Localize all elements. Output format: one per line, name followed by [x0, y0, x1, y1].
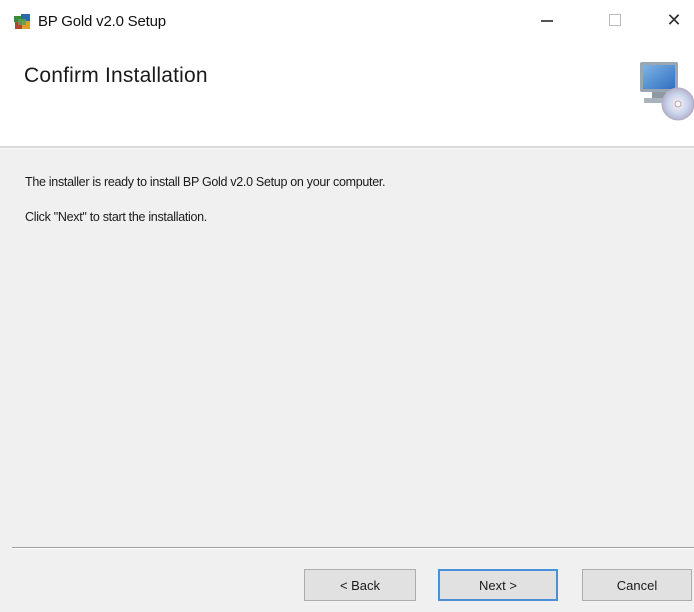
content-panel: The installer is ready to install BP Gol… — [0, 149, 694, 549]
computer-cd-icon — [634, 56, 694, 124]
instruction-message: Click "Next" to start the installation. — [25, 210, 207, 224]
installer-app-icon — [12, 12, 32, 32]
window-title: BP Gold v2.0 Setup — [38, 13, 166, 30]
cancel-button[interactable]: Cancel — [582, 569, 692, 601]
close-icon: ✕ — [666, 9, 682, 30]
maximize-icon — [609, 14, 621, 26]
title-bar[interactable]: BP Gold v2.0 Setup ✕ — [0, 0, 694, 44]
next-button[interactable]: Next > — [438, 569, 558, 601]
back-button[interactable]: < Back — [304, 569, 416, 601]
header-banner: Confirm Installation — [0, 44, 694, 146]
close-button[interactable]: ✕ — [654, 0, 694, 40]
page-title: Confirm Installation — [24, 64, 208, 87]
button-bar: < Back Next > Cancel — [0, 549, 694, 612]
installer-window: BP Gold v2.0 Setup ✕ Confirm Installatio… — [0, 0, 694, 612]
minimize-icon — [541, 20, 553, 22]
ready-message: The installer is ready to install BP Gol… — [25, 175, 386, 189]
minimize-button[interactable] — [524, 0, 570, 40]
maximize-button[interactable] — [592, 0, 638, 40]
